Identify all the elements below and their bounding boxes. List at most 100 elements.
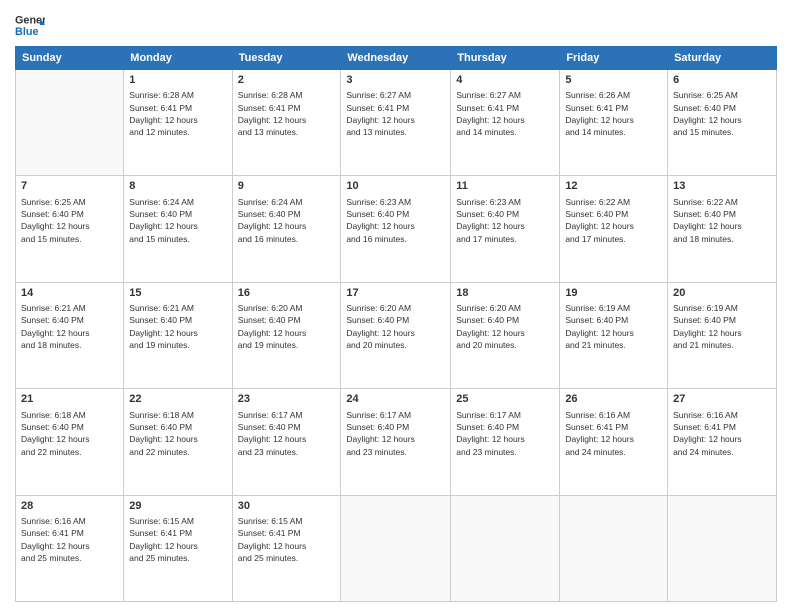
day-number: 24 [346,392,445,407]
logo-icon: General Blue [15,10,45,40]
day-info: Sunrise: 6:27 AM Sunset: 6:41 PM Dayligh… [346,89,445,138]
calendar-cell: 26 Sunrise: 6:16 AM Sunset: 6:41 PM Dayli… [560,389,668,495]
day-header-thursday: Thursday [451,47,560,70]
calendar-cell: 2Sunrise: 6:28 AM Sunset: 6:41 PM Daylig… [232,70,341,176]
day-info: Sunrise: 6:22 AM Sunset: 6:40 PM Dayligh… [673,196,771,245]
calendar-cell: 12 Sunrise: 6:22 AM Sunset: 6:40 PM Dayli… [560,176,668,282]
day-info: Sunrise: 6:19 AM Sunset: 6:40 PM Dayligh… [565,302,662,351]
calendar-cell: 16Sunrise: 6:20 AM Sunset: 6:40 PM Dayli… [232,282,341,388]
calendar-cell: 6Sunrise: 6:25 AM Sunset: 6:40 PM Daylig… [668,70,777,176]
calendar-cell: 13 Sunrise: 6:22 AM Sunset: 6:40 PM Dayli… [668,176,777,282]
calendar-cell [560,495,668,601]
day-number: 26 [565,392,662,407]
calendar-cell: 20Sunrise: 6:19 AM Sunset: 6:40 PM Dayli… [668,282,777,388]
calendar-body: 1Sunrise: 6:28 AM Sunset: 6:41 PM Daylig… [16,70,777,602]
day-number: 18 [456,286,554,301]
day-number: 2 [238,73,336,88]
calendar-cell: 11 Sunrise: 6:23 AM Sunset: 6:40 PM Dayli… [451,176,560,282]
calendar-cell: 9 Sunrise: 6:24 AM Sunset: 6:40 PM Daylig… [232,176,341,282]
calendar-cell: 30Sunrise: 6:15 AM Sunset: 6:41 PM Dayli… [232,495,341,601]
day-info: Sunrise: 6:17 AM Sunset: 6:40 PM Dayligh… [456,409,554,458]
day-number: 4 [456,73,554,88]
day-info: Sunrise: 6:20 AM Sunset: 6:40 PM Dayligh… [346,302,445,351]
calendar-cell: 18Sunrise: 6:20 AM Sunset: 6:40 PM Dayli… [451,282,560,388]
calendar-cell: 14Sunrise: 6:21 AM Sunset: 6:40 PM Dayli… [16,282,124,388]
day-number: 5 [565,73,662,88]
calendar-cell: 28Sunrise: 6:16 AM Sunset: 6:41 PM Dayli… [16,495,124,601]
day-info: Sunrise: 6:17 AM Sunset: 6:40 PM Dayligh… [238,409,336,458]
day-info: Sunrise: 6:15 AM Sunset: 6:41 PM Dayligh… [238,515,336,564]
calendar-cell [668,495,777,601]
day-number: 10 [346,179,445,194]
day-number: 12 [565,179,662,194]
day-number: 15 [129,286,226,301]
week-row-5: 28Sunrise: 6:16 AM Sunset: 6:41 PM Dayli… [16,495,777,601]
day-number: 9 [238,179,336,194]
day-info: Sunrise: 6:21 AM Sunset: 6:40 PM Dayligh… [21,302,118,351]
logo: General Blue [15,10,45,40]
day-info: Sunrise: 6:16 AM Sunset: 6:41 PM Dayligh… [21,515,118,564]
day-number: 8 [129,179,226,194]
calendar-cell [451,495,560,601]
day-info: Sunrise: 6:20 AM Sunset: 6:40 PM Dayligh… [238,302,336,351]
week-row-3: 14Sunrise: 6:21 AM Sunset: 6:40 PM Dayli… [16,282,777,388]
week-row-1: 1Sunrise: 6:28 AM Sunset: 6:41 PM Daylig… [16,70,777,176]
day-number: 23 [238,392,336,407]
day-number: 17 [346,286,445,301]
calendar-cell: 8Sunrise: 6:24 AM Sunset: 6:40 PM Daylig… [124,176,232,282]
day-number: 30 [238,499,336,514]
day-info: Sunrise: 6:15 AM Sunset: 6:41 PM Dayligh… [129,515,226,564]
day-info: Sunrise: 6:21 AM Sunset: 6:40 PM Dayligh… [129,302,226,351]
day-number: 28 [21,499,118,514]
day-number: 3 [346,73,445,88]
day-info: Sunrise: 6:17 AM Sunset: 6:40 PM Dayligh… [346,409,445,458]
day-header-sunday: Sunday [16,47,124,70]
day-info: Sunrise: 6:24 AM Sunset: 6:40 PM Dayligh… [238,196,336,245]
calendar-cell: 21Sunrise: 6:18 AM Sunset: 6:40 PM Dayli… [16,389,124,495]
day-info: Sunrise: 6:18 AM Sunset: 6:40 PM Dayligh… [129,409,226,458]
day-header-saturday: Saturday [668,47,777,70]
day-header-monday: Monday [124,47,232,70]
day-number: 14 [21,286,118,301]
day-info: Sunrise: 6:23 AM Sunset: 6:40 PM Dayligh… [456,196,554,245]
calendar-cell [341,495,451,601]
day-number: 7 [21,179,118,194]
day-header-friday: Friday [560,47,668,70]
day-info: Sunrise: 6:26 AM Sunset: 6:41 PM Dayligh… [565,89,662,138]
day-number: 11 [456,179,554,194]
day-info: Sunrise: 6:16 AM Sunset: 6:41 PM Dayligh… [673,409,771,458]
calendar-cell: 3Sunrise: 6:27 AM Sunset: 6:41 PM Daylig… [341,70,451,176]
calendar-cell: 27Sunrise: 6:16 AM Sunset: 6:41 PM Dayli… [668,389,777,495]
day-info: Sunrise: 6:28 AM Sunset: 6:41 PM Dayligh… [129,89,226,138]
calendar-table: SundayMondayTuesdayWednesdayThursdayFrid… [15,46,777,602]
day-info: Sunrise: 6:19 AM Sunset: 6:40 PM Dayligh… [673,302,771,351]
day-info: Sunrise: 6:25 AM Sunset: 6:40 PM Dayligh… [673,89,771,138]
day-info: Sunrise: 6:16 AM Sunset: 6:41 PM Dayligh… [565,409,662,458]
calendar-cell: 25 Sunrise: 6:17 AM Sunset: 6:40 PM Dayli… [451,389,560,495]
day-number: 22 [129,392,226,407]
calendar-cell: 19Sunrise: 6:19 AM Sunset: 6:40 PM Dayli… [560,282,668,388]
calendar-cell: 7 Sunrise: 6:25 AM Sunset: 6:40 PM Daylig… [16,176,124,282]
week-row-2: 7 Sunrise: 6:25 AM Sunset: 6:40 PM Daylig… [16,176,777,282]
day-number: 25 [456,392,554,407]
calendar-header-row: SundayMondayTuesdayWednesdayThursdayFrid… [16,47,777,70]
day-info: Sunrise: 6:25 AM Sunset: 6:40 PM Dayligh… [21,196,118,245]
page: General Blue SundayMondayTuesdayWednesda… [0,0,792,612]
calendar-cell: 10Sunrise: 6:23 AM Sunset: 6:40 PM Dayli… [341,176,451,282]
calendar-cell: 17Sunrise: 6:20 AM Sunset: 6:40 PM Dayli… [341,282,451,388]
day-number: 16 [238,286,336,301]
calendar-cell: 29Sunrise: 6:15 AM Sunset: 6:41 PM Dayli… [124,495,232,601]
day-number: 6 [673,73,771,88]
day-number: 19 [565,286,662,301]
day-number: 21 [21,392,118,407]
day-number: 1 [129,73,226,88]
header: General Blue [15,10,777,40]
day-info: Sunrise: 6:22 AM Sunset: 6:40 PM Dayligh… [565,196,662,245]
calendar-cell: 24 Sunrise: 6:17 AM Sunset: 6:40 PM Dayli… [341,389,451,495]
day-info: Sunrise: 6:27 AM Sunset: 6:41 PM Dayligh… [456,89,554,138]
day-number: 13 [673,179,771,194]
calendar-cell: 4Sunrise: 6:27 AM Sunset: 6:41 PM Daylig… [451,70,560,176]
day-number: 29 [129,499,226,514]
calendar-cell: 15Sunrise: 6:21 AM Sunset: 6:40 PM Dayli… [124,282,232,388]
day-number: 20 [673,286,771,301]
